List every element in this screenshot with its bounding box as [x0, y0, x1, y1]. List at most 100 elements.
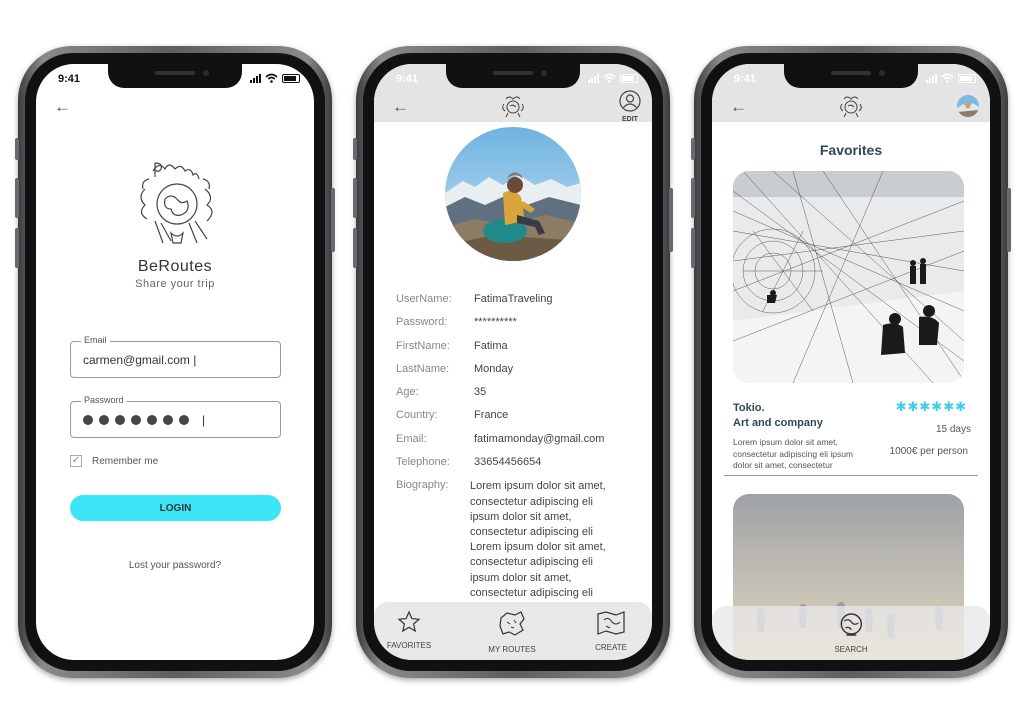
nav-my-routes-label: MY ROUTES [488, 645, 536, 654]
biography-line: Lorem ipsum dolor sit amet, [470, 480, 606, 493]
biography-line: consectetur adipiscing eli [470, 556, 593, 569]
detail-label: Password: [396, 316, 448, 329]
berroutes-logo [36, 149, 314, 254]
rating-stars: ✱ ✱ ✱ ✱ ✱ ✱ [896, 400, 966, 413]
header-logo-icon [500, 94, 526, 123]
user-icon [619, 90, 641, 112]
edit-profile-button[interactable]: EDIT [619, 90, 641, 123]
trip-duration: 15 days [935, 424, 971, 435]
detail-row-password: Password: ********** [396, 316, 642, 339]
biography-text: Lorem ipsum dolor sit amet, consectetur … [470, 479, 630, 601]
biography-label: Biography: [396, 479, 449, 492]
star-icon [397, 610, 421, 633]
back-arrow-icon[interactable]: ← [54, 98, 71, 115]
profile-details: UserName: FatimaTraveling Password: ******… [396, 293, 642, 601]
back-arrow-icon[interactable]: ← [730, 98, 747, 115]
detail-row-biography: Biography: Lorem ipsum dolor sit amet, c… [396, 479, 642, 601]
card-description: Lorem ipsum dolor sit amet, consectetur … [733, 437, 871, 472]
description-line: Lorem ipsum dolor sit amet, [733, 437, 838, 447]
header-logo-icon [838, 94, 864, 123]
detail-value: fatimamonday@gmail.com [474, 432, 605, 445]
detail-label: Email: [396, 432, 427, 445]
brand-tagline: Share your trip [135, 278, 215, 290]
detail-label: LastName: [396, 362, 450, 375]
detail-value: 35 [474, 386, 487, 399]
map-create-icon [597, 611, 625, 635]
star-icon: ✱ [895, 399, 907, 414]
star-icon: ✱ [907, 399, 919, 414]
search-button[interactable]: SEARCH [834, 612, 868, 654]
card-title-line2: Art and company [733, 417, 823, 429]
phone-login: 9:41 ← BeRoutes Share your trip Email ca… [15, 46, 335, 678]
signal-icon [250, 74, 261, 83]
description-line: dolor sit amet, consectetur [733, 460, 833, 470]
detail-row-age: Age: 35 [396, 386, 642, 409]
detail-row-email: Email: fatimamonday@gmail.com [396, 433, 642, 456]
wifi-icon [603, 73, 616, 83]
signal-icon [926, 74, 937, 83]
password-label: Password [81, 395, 127, 405]
search-label: SEARCH [834, 645, 868, 654]
favorites-title: Favorites [819, 142, 883, 158]
detail-label: Country: [396, 409, 438, 422]
detail-value: Fatima [474, 339, 508, 352]
map-region-icon [499, 611, 525, 636]
wifi-icon [941, 73, 954, 83]
detail-value: FatimaTraveling [474, 293, 553, 305]
edit-label: EDIT [622, 116, 638, 123]
detail-row-lastname: LastName: Monday [396, 363, 642, 386]
login-button[interactable]: LOGIN [70, 495, 281, 521]
lost-password-link[interactable]: Lost your password? [36, 560, 314, 571]
email-field[interactable]: Email carmen@gmail.com | [70, 335, 281, 378]
email-value: carmen@gmail.com | [83, 353, 197, 367]
password-caret: | [202, 413, 206, 427]
battery-icon [282, 74, 300, 83]
user-avatar[interactable] [957, 95, 979, 117]
signal-icon [588, 74, 599, 83]
favorite-card-title[interactable]: Tokio. Art and company [733, 401, 823, 431]
search-bar: SEARCH [712, 606, 990, 660]
login-header: ← [36, 90, 314, 122]
detail-row-username: UserName: FatimaTraveling [396, 293, 642, 316]
biography-line: ipsum dolor sit amet, [470, 510, 572, 523]
nav-favorites[interactable]: FAVORITES [374, 610, 444, 650]
detail-label: Age: [396, 386, 419, 399]
card-divider [724, 475, 978, 476]
email-label: Email [81, 335, 110, 345]
favorite-card-image[interactable] [733, 171, 964, 383]
favorites-screen: 9:41 ← Favorites Tokio. Art and company … [712, 64, 990, 660]
star-icon: ✱ [931, 399, 943, 414]
star-icon: ✱ [955, 399, 966, 414]
phone-profile: 9:41 ← EDIT UserName: FatimaTraveling Pa… [353, 46, 673, 678]
biography-line: ipsum dolor sit amet, [470, 571, 572, 584]
profile-header: ← EDIT [374, 90, 652, 123]
login-screen: 9:41 ← BeRoutes Share your trip Email ca… [36, 64, 314, 660]
status-time: 9:41 [396, 73, 419, 85]
password-field[interactable]: Password | [70, 395, 281, 438]
phone-favorites: 9:41 ← Favorites Tokio. Art and company … [691, 46, 1011, 678]
remember-me[interactable]: ✓ Remember me [70, 455, 158, 467]
password-dots [83, 415, 189, 425]
profile-avatar [445, 127, 581, 261]
remember-checkbox[interactable]: ✓ [70, 455, 82, 467]
detail-row-telephone: Telephone: 33654456654 [396, 456, 642, 479]
biography-line: Lorem ipsum dolor sit amet, [470, 541, 606, 554]
nav-my-routes[interactable]: MY ROUTES [477, 610, 547, 654]
biography-line: consectetur adipiscing eli [470, 495, 593, 508]
globe-icon [840, 613, 862, 636]
detail-label: UserName: [396, 293, 452, 305]
back-arrow-icon[interactable]: ← [392, 98, 409, 115]
description-line: consectetur adipiscing eli ipsum [733, 448, 854, 459]
globe-logo-icon [140, 162, 213, 244]
nav-create[interactable]: CREATE [576, 610, 646, 652]
detail-row-country: Country: France [396, 409, 642, 432]
detail-row-firstname: FirstName: Fatima [396, 340, 642, 363]
detail-value: ********** [474, 316, 517, 329]
battery-icon [620, 74, 638, 83]
remember-label: Remember me [92, 455, 159, 467]
status-time: 9:41 [58, 73, 81, 85]
favorites-header: ← [712, 90, 990, 122]
nav-favorites-label: FAVORITES [386, 641, 432, 650]
star-icon: ✱ [943, 399, 955, 414]
wifi-icon [265, 73, 278, 83]
